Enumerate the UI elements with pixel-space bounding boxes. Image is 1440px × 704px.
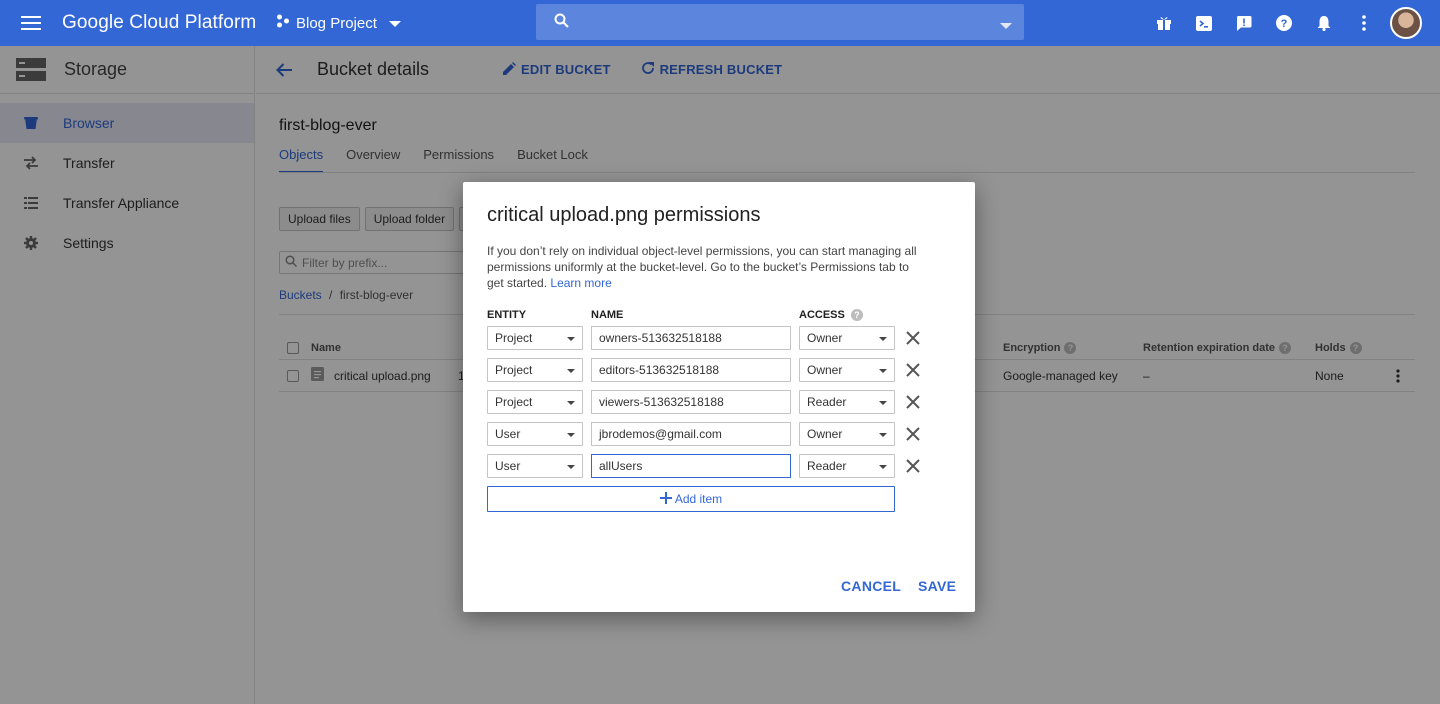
remove-row-icon[interactable] [905, 426, 921, 442]
permission-row: Project editors-513632518188 Owner [487, 358, 927, 382]
dropdown-caret-icon [567, 337, 575, 341]
plus-icon [659, 491, 672, 507]
entity-value: Project [495, 331, 533, 345]
add-item-button[interactable]: Add item [487, 486, 895, 512]
entity-value: User [495, 459, 521, 473]
more-vert-icon[interactable] [1344, 0, 1384, 46]
project-name: Blog Project [296, 14, 377, 32]
access-value: Reader [807, 459, 847, 473]
entity-value: Project [495, 395, 533, 409]
svg-text:?: ? [1281, 18, 1288, 30]
terminal-icon[interactable] [1184, 0, 1224, 46]
save-button[interactable]: SAVE [918, 578, 956, 594]
menu-icon[interactable] [0, 0, 62, 46]
permission-row: User allUsers Reader [487, 454, 927, 478]
learn-more-link[interactable]: Learn more [550, 276, 611, 290]
name-field[interactable]: allUsers [591, 454, 791, 478]
access-select[interactable]: Owner [799, 326, 895, 350]
dropdown-caret-icon [879, 465, 887, 469]
access-select[interactable]: Owner [799, 358, 895, 382]
project-selector[interactable]: Blog Project [274, 0, 532, 46]
remove-row-icon[interactable] [905, 330, 921, 346]
notifications-icon[interactable] [1304, 0, 1344, 46]
help-icon[interactable]: ? [1264, 0, 1304, 46]
entity-select[interactable]: User [487, 422, 583, 446]
name-field[interactable]: viewers-513632518188 [591, 390, 791, 414]
access-value: Owner [807, 331, 843, 345]
entity-select[interactable]: Project [487, 326, 583, 350]
dropdown-caret-icon [879, 369, 887, 373]
project-dots-icon [276, 14, 290, 32]
col-access-label: ACCESS [799, 309, 845, 321]
dropdown-caret-icon [567, 401, 575, 405]
remove-row-icon[interactable] [905, 458, 921, 474]
dropdown-caret-icon [879, 401, 887, 405]
gcp-logo[interactable]: Google Cloud Platform [62, 12, 274, 34]
col-name: NAME [591, 309, 624, 321]
access-select[interactable]: Reader [799, 454, 895, 478]
name-field[interactable]: jbrodemos@gmail.com [591, 422, 791, 446]
help-icon[interactable]: ? [850, 309, 863, 321]
add-item-label: Add item [674, 492, 723, 506]
entity-value: Project [495, 363, 533, 377]
permissions-dialog: critical upload.png permissions If you d… [463, 182, 975, 612]
gift-icon[interactable] [1144, 0, 1184, 46]
avatar[interactable] [1390, 7, 1422, 39]
name-field[interactable]: editors-513632518188 [591, 358, 791, 382]
access-select[interactable]: Reader [799, 390, 895, 414]
remove-row-icon[interactable] [905, 362, 921, 378]
col-access: ACCESS ? [799, 309, 863, 321]
access-value: Owner [807, 427, 843, 441]
dropdown-caret-icon [567, 465, 575, 469]
name-field[interactable]: owners-513632518188 [591, 326, 791, 350]
dropdown-caret-icon [879, 433, 887, 437]
access-value: Reader [807, 395, 847, 409]
dropdown-caret-icon [567, 433, 575, 437]
dialog-title: critical upload.png permissions [487, 204, 761, 226]
permission-row: Project owners-513632518188 Owner [487, 326, 927, 350]
cancel-button[interactable]: CANCEL [841, 578, 901, 594]
col-entity: ENTITY [487, 309, 527, 321]
top-app-bar: Google Cloud Platform Blog Project ? [0, 0, 1440, 46]
search-icon [554, 13, 569, 31]
entity-select[interactable]: Project [487, 358, 583, 382]
dropdown-caret-icon [879, 337, 887, 341]
dropdown-caret-icon [567, 369, 575, 373]
search-input[interactable] [536, 4, 1024, 40]
permission-row: User jbrodemos@gmail.com Owner [487, 422, 927, 446]
chevron-down-icon [388, 15, 401, 32]
dialog-description: If you don’t rely on individual object-l… [487, 243, 927, 291]
access-select[interactable]: Owner [799, 422, 895, 446]
remove-row-icon[interactable] [905, 394, 921, 410]
feedback-icon[interactable] [1224, 0, 1264, 46]
search-dropdown-icon[interactable] [1000, 18, 1012, 33]
entity-select[interactable]: Project [487, 390, 583, 414]
permission-row: Project viewers-513632518188 Reader [487, 390, 927, 414]
entity-value: User [495, 427, 521, 441]
access-value: Owner [807, 363, 843, 377]
entity-select[interactable]: User [487, 454, 583, 478]
